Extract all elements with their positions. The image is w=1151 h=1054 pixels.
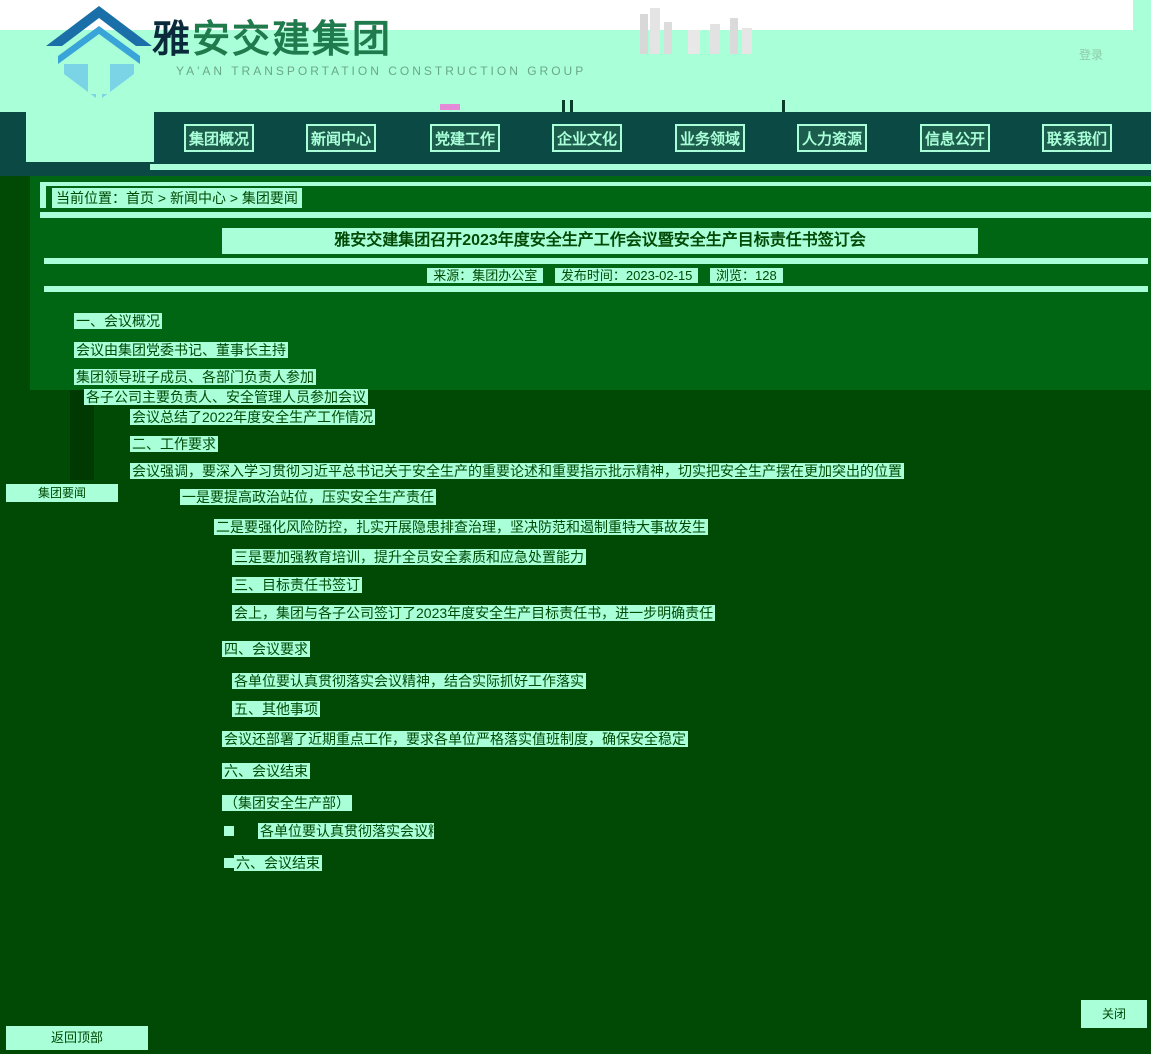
article-views: 浏览：128: [710, 268, 783, 283]
article-line-text: 会议总结了2022年度安全生产工作情况: [130, 409, 376, 425]
article-line: 会议由集团党委书记、董事长主持: [74, 341, 288, 359]
article-line-text: 各子公司主要负责人、安全管理人员参加会议: [84, 389, 368, 405]
article-line-text: 集团领导班子成员、各部门负责人参加: [74, 369, 316, 385]
nav-active-indicator: [26, 112, 154, 162]
crumb-bottom-rule: [40, 212, 1151, 218]
article-line: 各单位要认真贯彻落实会议精神，结合实际抓好工作落实: [258, 822, 434, 840]
article-line: 会议总结了2022年度安全生产工作情况: [130, 408, 376, 426]
article-line: （集团安全生产部）: [222, 794, 688, 812]
article-line-text: 一是要提高政治站位，压实安全生产责任: [180, 489, 436, 505]
content-left-gutter: [0, 176, 30, 396]
article-line-text: 六、会议结束: [222, 763, 310, 779]
article-line: 集团领导班子成员、各部门负责人参加: [74, 368, 316, 386]
sidebar-tag[interactable]: 集团要闻: [6, 484, 118, 502]
list-bullet: [224, 858, 234, 868]
company-name: 雅安交建集团: [152, 8, 392, 63]
article-date: 发布时间：2023-02-15: [554, 268, 699, 283]
article-line: 一、会议概况: [74, 312, 162, 330]
nav-item-culture[interactable]: 企业文化: [552, 124, 622, 152]
list-bullet: [224, 826, 234, 836]
nav-item-hr[interactable]: 人力资源: [797, 124, 867, 152]
nav-item-business[interactable]: 业务领域: [675, 124, 745, 152]
article-source: 来源：集团办公室: [427, 268, 544, 283]
article-line-text: 各单位要认真贯彻落实会议精神，结合实际抓好工作落实: [232, 673, 586, 689]
article-line: 六、会议结束: [234, 854, 394, 872]
nav-item-contact[interactable]: 联系我们: [1042, 124, 1112, 152]
article-line-text: （集团安全生产部）: [222, 795, 352, 811]
company-name-rest: 安交建集团: [192, 16, 393, 61]
article-line: 三是要加强教育培训，提升全员安全素质和应急处置能力: [232, 548, 586, 566]
header-divider: [0, 100, 1151, 112]
article-line-text: 二是要强化风险防控，扎实开展隐患排查治理，坚决防范和遏制重特大事故发生: [214, 519, 708, 535]
crumb-top-rule: [40, 182, 1151, 186]
header-accent: [440, 104, 460, 110]
article-line-text: 四、会议要求: [222, 641, 310, 657]
company-english-name: YA'AN TRANSPORTATION CONSTRUCTION GROUP: [176, 64, 587, 78]
nav-item-about[interactable]: 集团概况: [184, 124, 254, 152]
article-line: 会议强调，要深入学习贯彻习近平总书记关于安全生产的重要论述和重要指示批示精神，切…: [130, 462, 1148, 480]
main-nav: 首页 集团概况 新闻中心 党建工作 企业文化 业务领域 人力资源 信息公开 联系…: [0, 112, 1151, 162]
article-line-text: 会议由集团党委书记、董事长主持: [74, 342, 288, 358]
nav-item-news[interactable]: 新闻中心: [306, 124, 376, 152]
skyline-graphic-icon: [640, 8, 752, 54]
article-line: 各单位要认真贯彻落实会议精神，结合实际抓好工作落实: [232, 672, 586, 690]
article-line-text: 二、工作要求: [130, 436, 218, 452]
article-meta: 来源：集团办公室 发布时间：2023-02-15 浏览：128: [400, 266, 810, 286]
nav-item-disclosure[interactable]: 信息公开: [920, 124, 990, 152]
article-line-text: 三是要加强教育培训，提升全员安全素质和应急处置能力: [232, 549, 586, 565]
company-logo-icon[interactable]: [44, 4, 154, 100]
article-line-text: 会议强调，要深入学习贯彻习近平总书记关于安全生产的重要论述和重要指示批示精神，切…: [130, 463, 904, 479]
close-button[interactable]: 关闭: [1081, 1000, 1147, 1028]
article-line-text: 三、目标责任书签订: [232, 577, 362, 593]
nav-item-party[interactable]: 党建工作: [430, 124, 500, 152]
article-line: 二、工作要求: [130, 435, 218, 453]
article-line-text: 会议还部署了近期重点工作，要求各单位严格落实值班制度，确保安全稳定: [222, 731, 688, 747]
article-line-text: 一、会议概况: [74, 313, 162, 329]
article-line: 二是要强化风险防控，扎实开展隐患排查治理，坚决防范和遏制重特大事故发生: [214, 518, 708, 536]
header-right-band: [1133, 0, 1151, 112]
header-tick: [782, 100, 785, 112]
article-line-text: 五、其他事项: [232, 701, 320, 717]
article-line-text: 会上，集团与各子公司签订了2023年度安全生产目标责任书，进一步明确责任: [232, 605, 716, 621]
breadcrumb-marker: [40, 186, 46, 208]
breadcrumb[interactable]: 当前位置：首页 > 新闻中心 > 集团要闻: [52, 188, 302, 208]
article-line: 各子公司主要负责人、安全管理人员参加会议: [84, 388, 368, 406]
article-line: 五、其他事项: [232, 700, 818, 718]
meta-rule: [44, 286, 1148, 292]
article-line-text: 各单位要认真贯彻落实会议精神，结合实际抓好工作落实: [258, 823, 434, 839]
company-name-first-char: 雅: [152, 16, 193, 61]
nav-underline-highlight: [150, 164, 1151, 170]
back-to-top-button[interactable]: 返回顶部: [6, 1026, 148, 1050]
nav-underline: [0, 162, 1151, 176]
login-link[interactable]: 登录: [1079, 46, 1103, 63]
header-tick: [562, 100, 565, 112]
article-line-text: 六、会议结束: [234, 855, 322, 871]
article-line: 六、会议结束: [222, 762, 818, 780]
header-tick: [570, 100, 573, 112]
article-line: 一是要提高政治站位，压实安全生产责任: [180, 488, 436, 506]
site-header: 雅安交建集团 YA'AN TRANSPORTATION CONSTRUCTION…: [0, 0, 1151, 112]
article-title: 雅安交建集团召开2023年度安全生产工作会议暨安全生产目标责任书签订会: [222, 228, 978, 254]
article-line: 会上，集团与各子公司签订了2023年度安全生产目标责任书，进一步明确责任: [232, 604, 716, 622]
article-line: 会议还部署了近期重点工作，要求各单位严格落实值班制度，确保安全稳定: [222, 730, 688, 748]
article-line: 四、会议要求: [222, 640, 902, 658]
article-line: 三、目标责任书签订: [232, 576, 1016, 594]
